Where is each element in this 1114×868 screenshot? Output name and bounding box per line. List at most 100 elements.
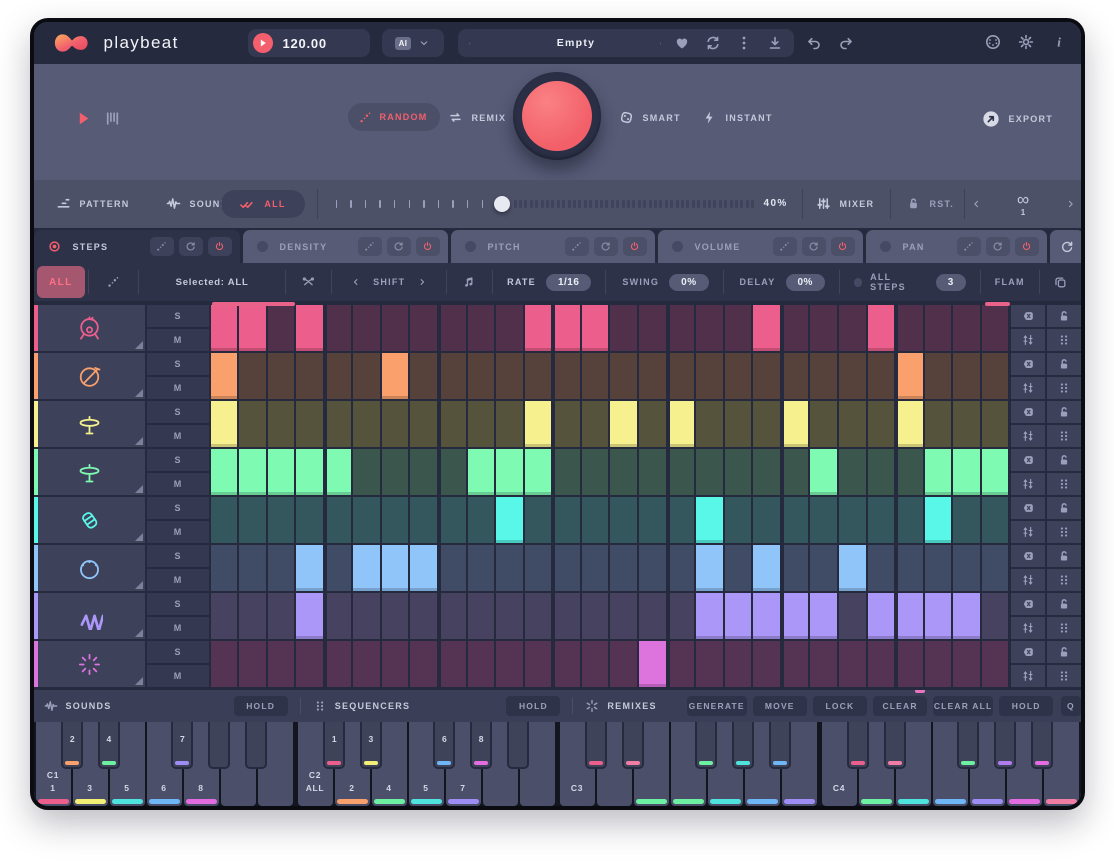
loop-prev-icon[interactable] bbox=[970, 198, 982, 210]
step-7[interactable] bbox=[382, 305, 409, 351]
step-27[interactable] bbox=[953, 641, 980, 687]
step-28[interactable] bbox=[982, 401, 1009, 447]
clear-track-button[interactable] bbox=[1011, 401, 1045, 423]
step-17[interactable] bbox=[668, 353, 695, 399]
solo-button[interactable]: S bbox=[147, 401, 209, 423]
step-15[interactable] bbox=[610, 593, 637, 639]
step-25[interactable] bbox=[896, 641, 923, 687]
step-27[interactable] bbox=[953, 401, 980, 447]
step-16[interactable] bbox=[639, 353, 666, 399]
step-21[interactable] bbox=[782, 353, 809, 399]
power-icon[interactable] bbox=[208, 237, 232, 256]
black-key-octave-c4-2[interactable] bbox=[884, 722, 906, 769]
track-lock-button[interactable] bbox=[1047, 593, 1081, 615]
step-23[interactable] bbox=[839, 353, 866, 399]
step-26-active[interactable] bbox=[925, 449, 952, 495]
step-27-active[interactable] bbox=[953, 593, 980, 639]
step-15[interactable] bbox=[610, 497, 637, 543]
step-8[interactable] bbox=[410, 449, 437, 495]
step-28[interactable] bbox=[982, 353, 1009, 399]
step-3[interactable] bbox=[268, 497, 295, 543]
step-14[interactable] bbox=[582, 401, 609, 447]
step-22[interactable] bbox=[810, 497, 837, 543]
step-18-active[interactable] bbox=[696, 545, 723, 591]
step-1-active[interactable] bbox=[211, 305, 238, 351]
step-4-active[interactable] bbox=[296, 305, 323, 351]
step-28[interactable] bbox=[982, 305, 1009, 351]
keyboard-toggle-icon[interactable] bbox=[104, 110, 121, 127]
step-5[interactable] bbox=[325, 497, 352, 543]
track-select-snare[interactable] bbox=[34, 353, 145, 399]
refresh-all-button[interactable] bbox=[1050, 230, 1084, 263]
step-10[interactable] bbox=[468, 641, 495, 687]
step-15[interactable] bbox=[610, 305, 637, 351]
step-8[interactable] bbox=[410, 305, 437, 351]
step-24[interactable] bbox=[868, 497, 895, 543]
slider-knob[interactable] bbox=[494, 196, 510, 212]
step-21-active[interactable] bbox=[782, 401, 809, 447]
black-key-octave-c3-2[interactable] bbox=[622, 722, 644, 769]
solo-button[interactable]: S bbox=[147, 305, 209, 327]
step-24-active[interactable] bbox=[868, 305, 895, 351]
clear-all-button[interactable]: CLEAR ALL bbox=[933, 696, 993, 716]
step-19[interactable] bbox=[725, 401, 752, 447]
step-26-active[interactable] bbox=[925, 593, 952, 639]
clear-track-button[interactable] bbox=[1011, 497, 1045, 519]
midi-icon[interactable] bbox=[985, 34, 1001, 50]
step-1-active[interactable] bbox=[211, 401, 238, 447]
clear-track-button[interactable] bbox=[1011, 305, 1045, 327]
black-key-octave-c2-5[interactable] bbox=[507, 722, 529, 769]
step-22[interactable] bbox=[810, 545, 837, 591]
step-17[interactable] bbox=[668, 641, 695, 687]
step-26[interactable] bbox=[925, 641, 952, 687]
black-key-octave-c1-3[interactable]: 7 bbox=[171, 722, 193, 769]
step-5[interactable] bbox=[325, 641, 352, 687]
step-3[interactable] bbox=[268, 401, 295, 447]
step-5[interactable] bbox=[325, 545, 352, 591]
track-drag-handle[interactable] bbox=[1047, 329, 1081, 351]
step-10[interactable] bbox=[468, 593, 495, 639]
step-13-active[interactable] bbox=[553, 305, 580, 351]
shift-right-icon[interactable] bbox=[417, 276, 428, 288]
step-6[interactable] bbox=[353, 641, 380, 687]
randomize-icon[interactable] bbox=[957, 237, 981, 256]
step-20[interactable] bbox=[753, 497, 780, 543]
step-15[interactable] bbox=[610, 641, 637, 687]
step-10[interactable] bbox=[468, 305, 495, 351]
clear-track-button[interactable] bbox=[1011, 641, 1045, 663]
step-16[interactable] bbox=[639, 545, 666, 591]
track-expand-corner[interactable] bbox=[135, 629, 143, 637]
shuffle-preset-icon[interactable] bbox=[705, 35, 721, 51]
step-6[interactable] bbox=[353, 353, 380, 399]
solo-button[interactable]: S bbox=[147, 449, 209, 471]
step-3[interactable] bbox=[268, 545, 295, 591]
track-drag-handle[interactable] bbox=[1047, 425, 1081, 447]
step-11[interactable] bbox=[496, 305, 523, 351]
step-11[interactable] bbox=[496, 401, 523, 447]
step-13[interactable] bbox=[553, 497, 580, 543]
step-25[interactable] bbox=[896, 545, 923, 591]
step-11[interactable] bbox=[496, 545, 523, 591]
black-key-octave-c2-1[interactable]: 1 bbox=[323, 722, 345, 769]
step-2-active[interactable] bbox=[239, 305, 266, 351]
step-28[interactable] bbox=[982, 593, 1009, 639]
track-lock-button[interactable] bbox=[1047, 641, 1081, 663]
swing-value[interactable]: 0% bbox=[669, 274, 708, 291]
global-density-slider[interactable] bbox=[330, 180, 760, 228]
step-18[interactable] bbox=[696, 641, 723, 687]
step-23[interactable] bbox=[839, 305, 866, 351]
solo-button[interactable]: S bbox=[147, 497, 209, 519]
step-14[interactable] bbox=[582, 593, 609, 639]
step-2[interactable] bbox=[239, 497, 266, 543]
track-select-tambourine[interactable] bbox=[34, 545, 145, 591]
step-17[interactable] bbox=[668, 305, 695, 351]
track-select-clap-burst[interactable] bbox=[34, 641, 145, 687]
clear-track-button[interactable] bbox=[1011, 545, 1045, 567]
remixes-section-label[interactable]: REMIXES bbox=[585, 699, 656, 713]
info-icon[interactable]: i bbox=[1051, 34, 1067, 50]
select-all-button[interactable]: ALL bbox=[221, 190, 305, 218]
step-12[interactable] bbox=[525, 641, 552, 687]
step-26-active[interactable] bbox=[925, 497, 952, 543]
step-14[interactable] bbox=[582, 353, 609, 399]
mute-button[interactable]: M bbox=[147, 377, 209, 399]
